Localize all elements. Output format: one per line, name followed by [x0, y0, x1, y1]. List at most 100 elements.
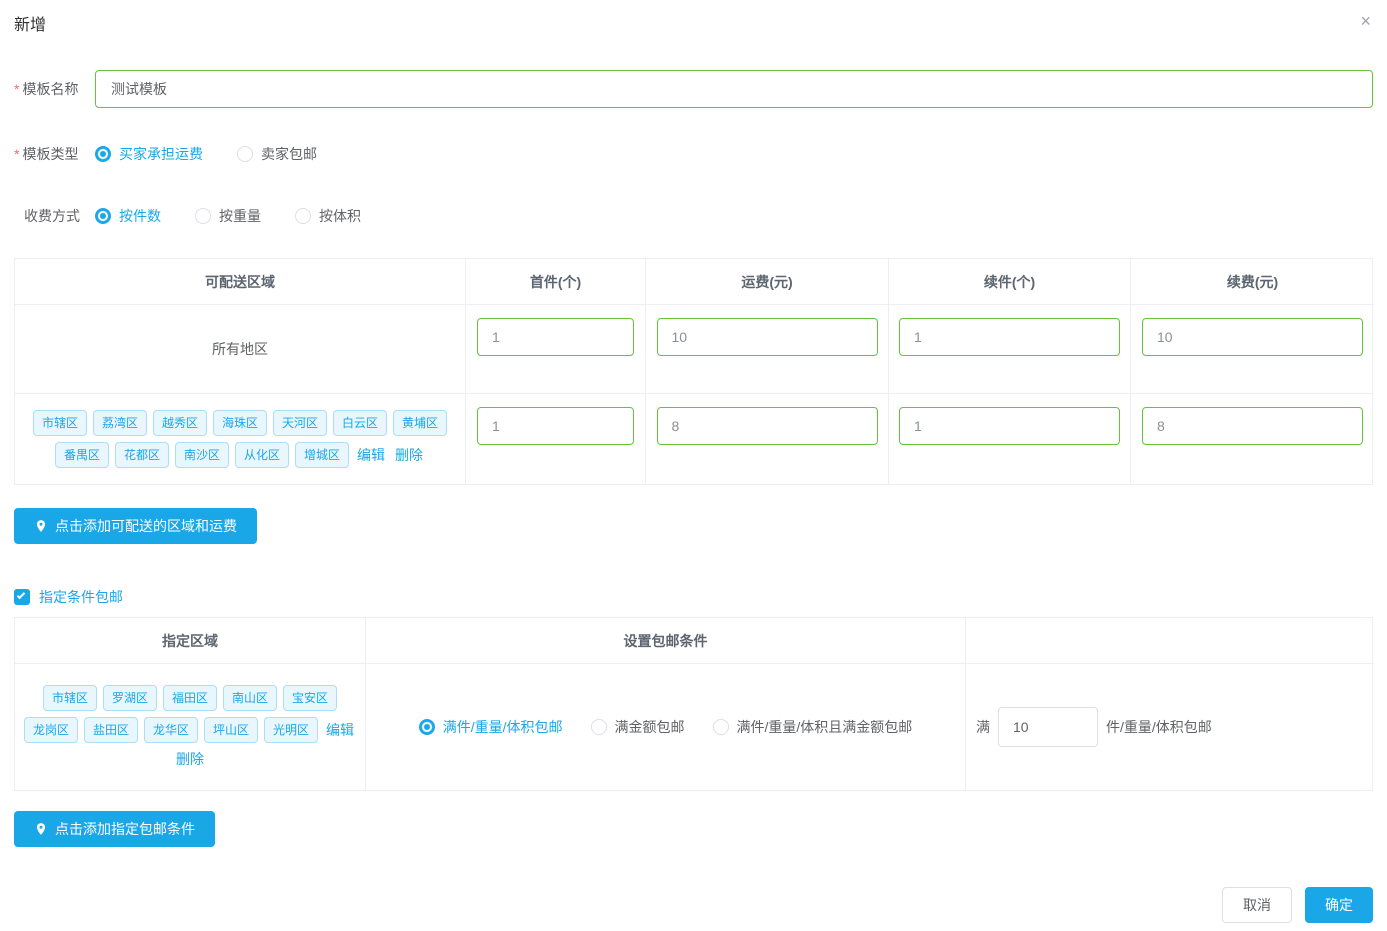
shipping-table: 可配送区域 首件(个) 运费(元) 续件(个) 续费(元) 所有地区 市辖区荔湾… — [14, 258, 1373, 485]
free-shipping-condition-option[interactable]: 满件/重量/体积且满金额包邮 — [713, 717, 913, 737]
region-tag: 海珠区 — [213, 410, 267, 436]
radio-unselected-icon[interactable] — [195, 208, 211, 224]
template-type-option[interactable]: 卖家包邮 — [237, 144, 317, 164]
radio-unselected-icon[interactable] — [237, 146, 253, 162]
charge-method-row: 收费方式 按件数 按重量 按体积 — [14, 206, 1373, 226]
region-tag: 从化区 — [235, 442, 289, 468]
region-tag: 市辖区 — [33, 410, 87, 436]
region-tag: 荔湾区 — [93, 410, 147, 436]
conditional-free-shipping-label: 指定条件包邮 — [39, 587, 123, 607]
condition-table-header: 指定区域 — [15, 618, 366, 664]
table-cell — [466, 394, 646, 484]
additional-qty-input-row2[interactable] — [899, 407, 1120, 445]
first-qty-input-row1[interactable] — [477, 318, 634, 356]
delete-link[interactable]: 删除 — [176, 749, 204, 769]
region-tag: 增城区 — [295, 442, 349, 468]
condition-region-tags-cell: 市辖区罗湖区福田区南山区宝安区龙岗区盐田区龙华区坪山区光明区编辑删除 — [15, 664, 366, 790]
location-pin-icon — [34, 822, 48, 836]
charge-method-option-label: 按件数 — [119, 206, 161, 226]
additional-fee-input-row1[interactable] — [1142, 318, 1363, 356]
charge-method-label-text: 收费方式 — [24, 208, 80, 224]
add-region-button-label: 点击添加可配送的区域和运费 — [55, 516, 237, 536]
template-name-label-text: 模板名称 — [22, 81, 78, 97]
threshold-value-input[interactable] — [998, 707, 1098, 747]
table-cell — [1131, 394, 1374, 484]
charge-method-option[interactable]: 按体积 — [295, 206, 361, 226]
template-type-label-text: 模板类型 — [22, 146, 78, 162]
radio-unselected-icon[interactable] — [591, 719, 607, 735]
radio-unselected-icon[interactable] — [713, 719, 729, 735]
close-icon[interactable]: × — [1360, 12, 1371, 30]
charge-method-option[interactable]: 按重量 — [195, 206, 261, 226]
checkbox-checked-icon[interactable] — [14, 589, 30, 605]
threshold-prefix: 满 — [976, 717, 990, 737]
first-fee-input-row2[interactable] — [657, 407, 878, 445]
region-tag: 白云区 — [333, 410, 387, 436]
shipping-table-header: 运费(元) — [646, 259, 889, 305]
region-tag: 坪山区 — [204, 717, 258, 743]
shipping-table-header: 续费(元) — [1131, 259, 1374, 305]
template-name-label: *模板名称 — [14, 79, 95, 99]
charge-method-label: 收费方式 — [14, 206, 95, 226]
edit-link[interactable]: 编辑 — [357, 445, 385, 465]
radio-selected-icon[interactable] — [419, 719, 435, 735]
cancel-button[interactable]: 取消 — [1222, 887, 1292, 923]
condition-table-header — [966, 618, 1374, 664]
table-cell — [646, 394, 889, 484]
region-tag: 番禺区 — [55, 442, 109, 468]
additional-qty-input-row1[interactable] — [899, 318, 1120, 356]
first-qty-input-row2[interactable] — [477, 407, 634, 445]
template-type-option-label: 卖家包邮 — [261, 144, 317, 164]
region-tag: 福田区 — [163, 685, 217, 711]
radio-selected-icon[interactable] — [95, 208, 111, 224]
region-tag: 市辖区 — [43, 685, 97, 711]
condition-options-cell: 满件/重量/体积包邮 满金额包邮 满件/重量/体积且满金额包邮 — [366, 664, 966, 790]
region-tag: 盐田区 — [84, 717, 138, 743]
confirm-button[interactable]: 确定 — [1305, 887, 1373, 923]
table-cell — [466, 305, 646, 394]
add-condition-button[interactable]: 点击添加指定包邮条件 — [14, 811, 215, 847]
radio-selected-icon[interactable] — [95, 146, 111, 162]
additional-fee-input-row2[interactable] — [1142, 407, 1363, 445]
region-tag: 天河区 — [273, 410, 327, 436]
radio-unselected-icon[interactable] — [295, 208, 311, 224]
required-asterisk: * — [14, 146, 19, 162]
region-tag: 宝安区 — [283, 685, 337, 711]
condition-table-header: 设置包邮条件 — [366, 618, 966, 664]
required-asterisk: * — [14, 81, 19, 97]
template-type-option[interactable]: 买家承担运费 — [95, 144, 203, 164]
delete-link[interactable]: 删除 — [395, 445, 423, 465]
region-tag: 越秀区 — [153, 410, 207, 436]
template-type-label: *模板类型 — [14, 144, 95, 164]
region-tag: 花都区 — [115, 442, 169, 468]
dialog-title: 新增 — [14, 14, 1373, 38]
shipping-row-all-regions: 所有地区 — [15, 305, 466, 394]
edit-link[interactable]: 编辑 — [326, 720, 354, 740]
add-region-button[interactable]: 点击添加可配送的区域和运费 — [14, 508, 257, 544]
first-fee-input-row1[interactable] — [657, 318, 878, 356]
region-tag: 光明区 — [264, 717, 318, 743]
charge-method-option-label: 按体积 — [319, 206, 361, 226]
region-tag: 龙岗区 — [24, 717, 78, 743]
region-tag: 黄埔区 — [393, 410, 447, 436]
charge-method-option[interactable]: 按件数 — [95, 206, 161, 226]
template-name-input[interactable] — [95, 70, 1373, 108]
free-shipping-condition-option[interactable]: 满件/重量/体积包邮 — [419, 717, 563, 737]
location-pin-icon — [34, 519, 48, 533]
table-cell — [646, 305, 889, 394]
region-tag: 南沙区 — [175, 442, 229, 468]
conditional-free-shipping-toggle[interactable]: 指定条件包邮 — [14, 587, 1373, 607]
free-shipping-condition-option[interactable]: 满金额包邮 — [591, 717, 685, 737]
free-shipping-condition-option-label: 满件/重量/体积包邮 — [443, 717, 563, 737]
table-cell — [889, 305, 1131, 394]
template-type-radio-group: 买家承担运费 卖家包邮 — [95, 144, 351, 165]
region-tag: 龙华区 — [144, 717, 198, 743]
shipping-region-tags-cell: 市辖区荔湾区越秀区海珠区天河区白云区黄埔区番禺区花都区南沙区从化区增城区编辑删除 — [15, 394, 466, 484]
shipping-table-header: 可配送区域 — [15, 259, 466, 305]
shipping-table-header: 续件(个) — [889, 259, 1131, 305]
table-cell — [889, 394, 1131, 484]
threshold-suffix: 件/重量/体积包邮 — [1106, 717, 1212, 737]
charge-method-radio-group: 按件数 按重量 按体积 — [95, 206, 395, 227]
template-type-row: *模板类型 买家承担运费 卖家包邮 — [14, 144, 1373, 164]
charge-method-option-label: 按重量 — [219, 206, 261, 226]
